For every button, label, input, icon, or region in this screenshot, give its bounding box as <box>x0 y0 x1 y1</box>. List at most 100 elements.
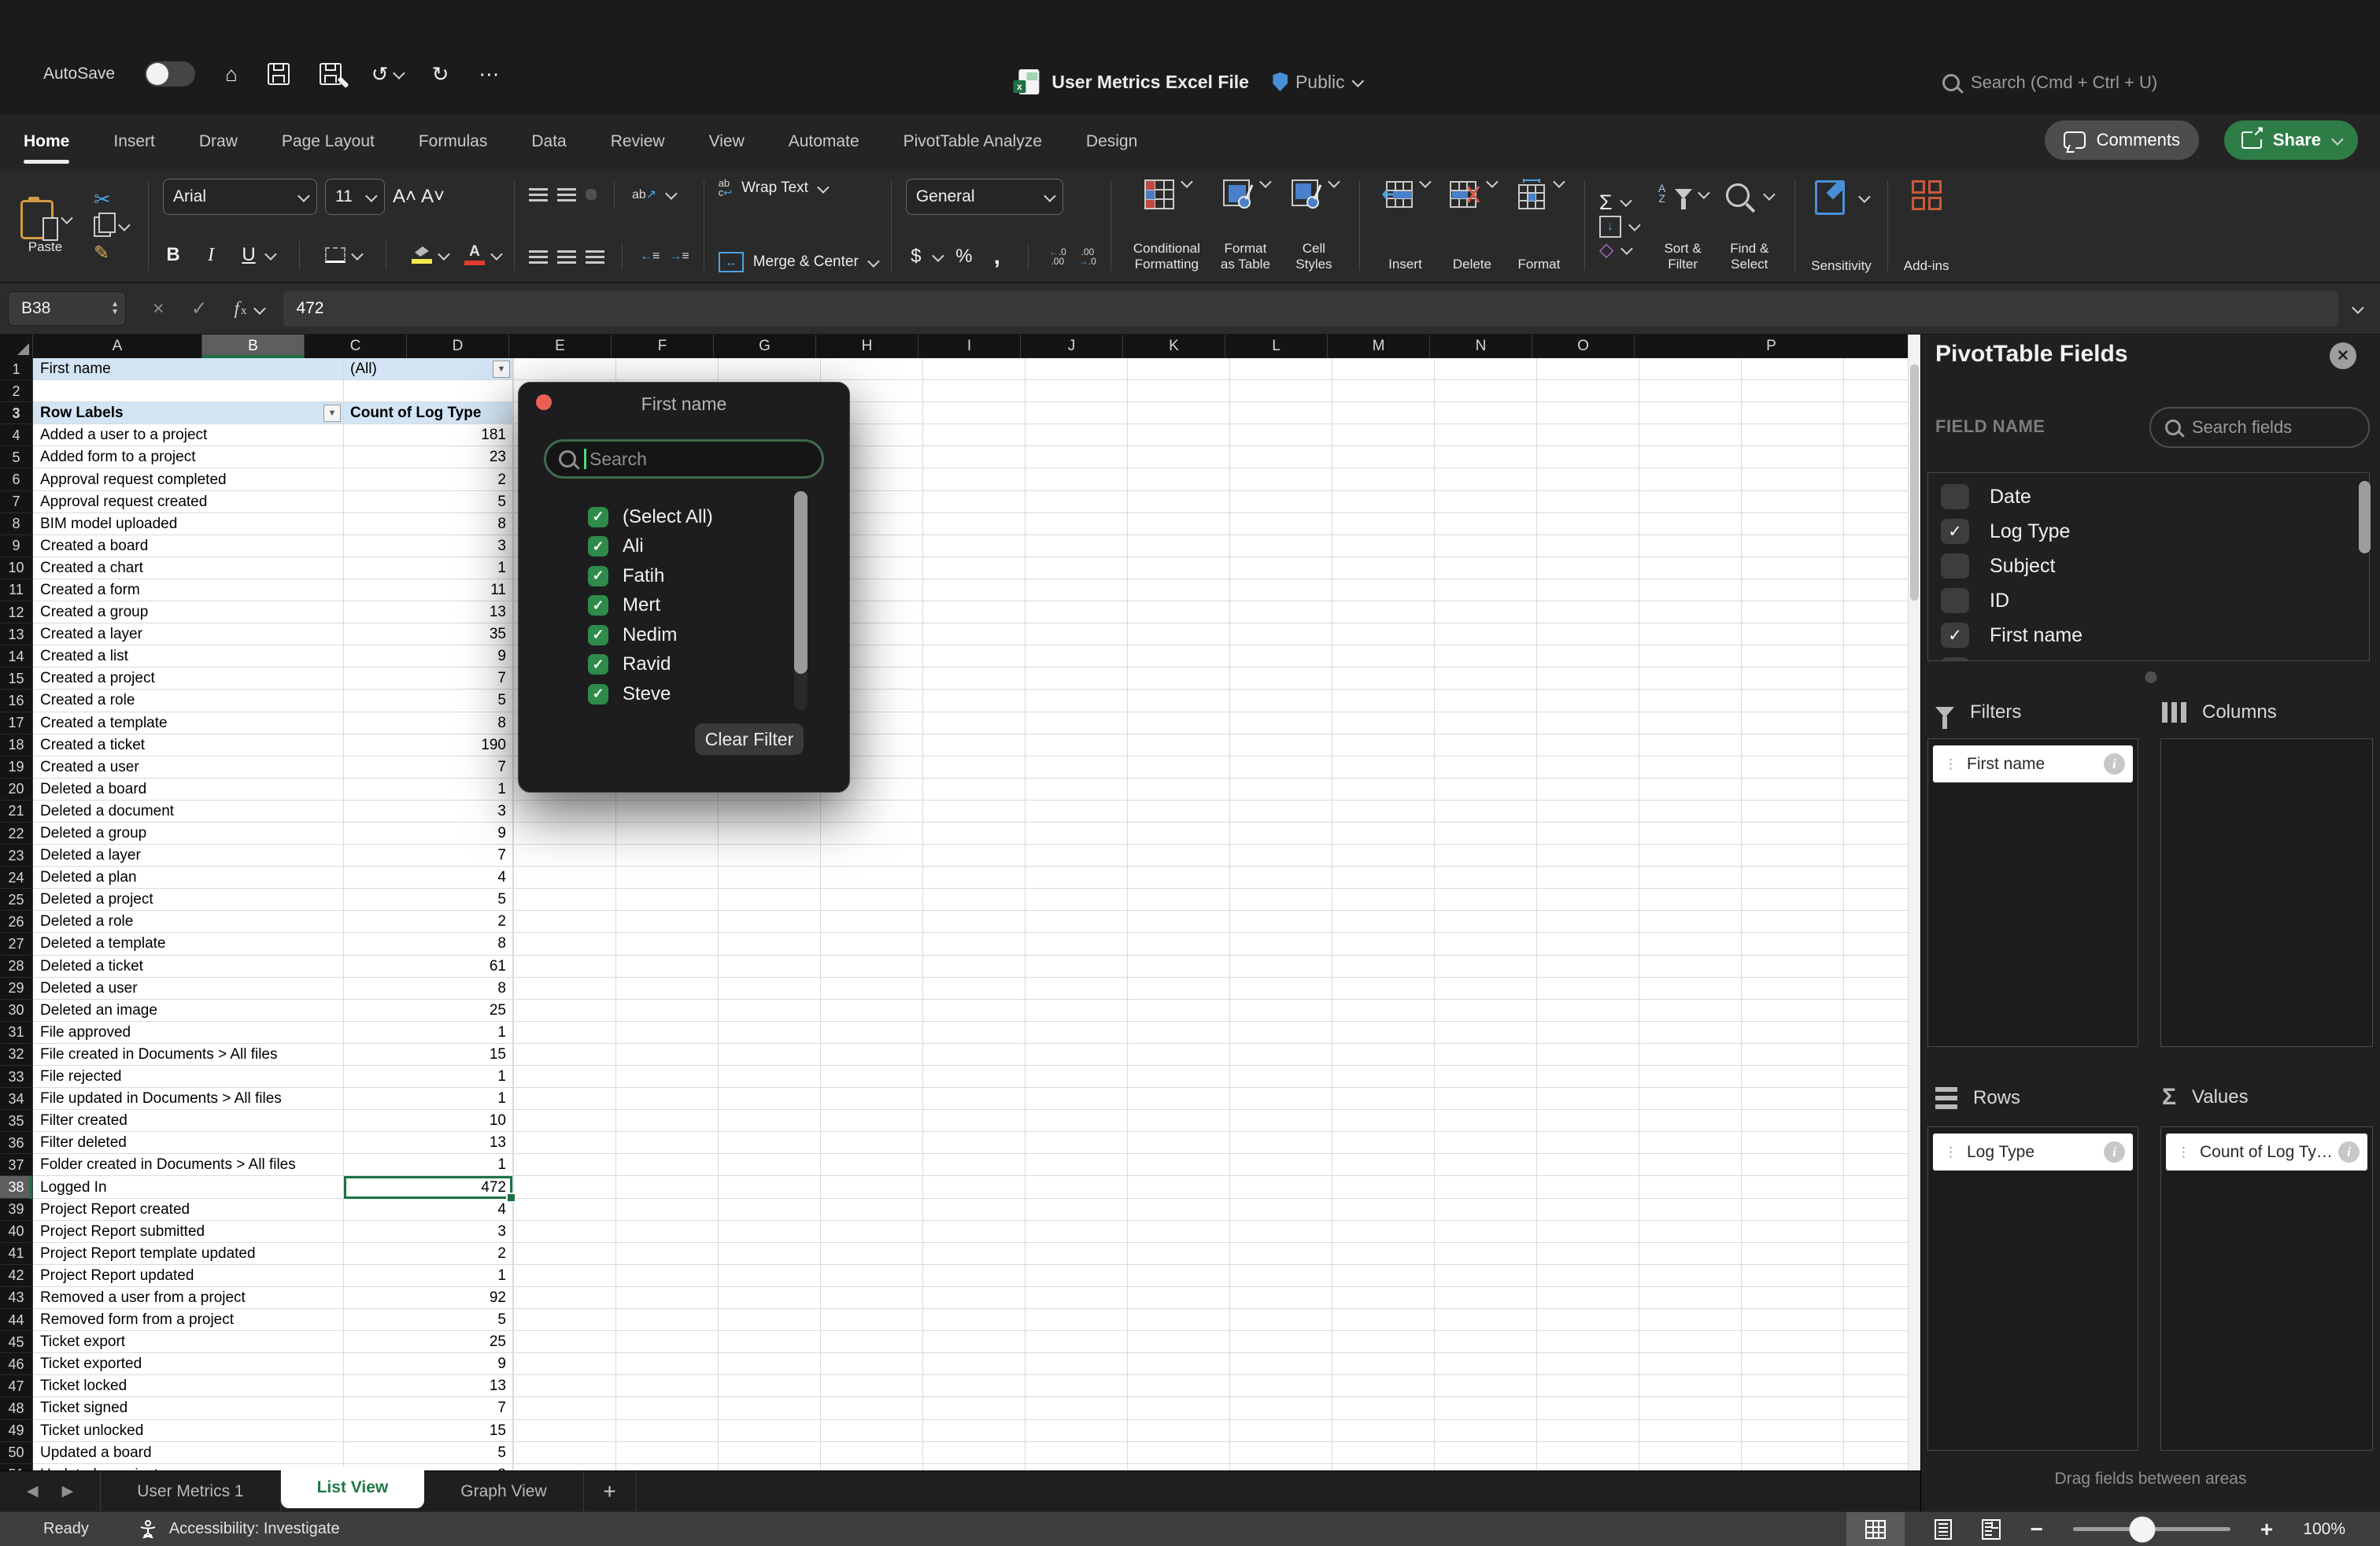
cell-b[interactable]: 9▼ <box>344 1353 513 1375</box>
normal-view-button[interactable] <box>1846 1512 1905 1546</box>
field-checkbox[interactable]: ✓ <box>1941 553 1969 579</box>
row-header[interactable]: 12 <box>0 601 33 623</box>
redo-icon[interactable]: ↻ <box>432 62 449 87</box>
checkbox-checked-icon[interactable]: ✓ <box>588 654 608 675</box>
empty-cells[interactable] <box>513 1066 1908 1088</box>
cell-a[interactable]: File approved▼ <box>33 1022 344 1044</box>
zoom-slider-knob[interactable] <box>2129 1516 2155 1542</box>
column-header[interactable]: L <box>1225 335 1328 358</box>
column-header[interactable]: D <box>407 335 509 358</box>
clear-icon[interactable]: ◇ <box>1599 241 1613 260</box>
cell-b[interactable]: 8▼ <box>344 933 513 955</box>
row-header[interactable]: 34 <box>0 1088 33 1110</box>
cell-a[interactable]: Deleted a layer▼ <box>33 845 344 867</box>
save-icon[interactable] <box>268 63 290 85</box>
cell-b[interactable]: 5▼ <box>344 1442 513 1464</box>
column-header[interactable]: C <box>305 335 407 358</box>
row-header[interactable]: 32 <box>0 1044 33 1066</box>
cell-b[interactable]: 2▼ <box>344 1243 513 1265</box>
cell-b[interactable]: 3▼ <box>344 535 513 557</box>
cancel-icon[interactable]: × <box>153 298 164 320</box>
fill-color-icon[interactable] <box>412 246 432 264</box>
cell-b[interactable]: 5▼ <box>344 889 513 911</box>
borders-icon[interactable] <box>325 247 346 263</box>
row-header[interactable]: 35 <box>0 1110 33 1132</box>
grow-font-button[interactable]: A˄ <box>393 186 413 208</box>
align-top-icon[interactable] <box>529 188 548 202</box>
page-layout-view-button[interactable] <box>1935 1519 1952 1540</box>
conditional-formatting-button[interactable]: ConditionalFormatting <box>1125 179 1208 272</box>
cell-a[interactable]: Created a group▼ <box>33 601 344 623</box>
cell-b[interactable]: 190▼ <box>344 734 513 756</box>
row-header[interactable]: 49 <box>0 1420 33 1442</box>
row-header[interactable]: 17 <box>0 712 33 734</box>
rows-pill[interactable]: ⋮ Log Type i <box>1933 1134 2133 1171</box>
row-header[interactable]: 43 <box>0 1287 33 1309</box>
row-header[interactable]: 4 <box>0 424 33 446</box>
autosum-icon[interactable]: Σ <box>1599 192 1613 213</box>
cell-a[interactable]: Removed a user from a project▼ <box>33 1287 344 1309</box>
cell-b[interactable]: 1▼ <box>344 1154 513 1176</box>
currency-format-button[interactable]: $ <box>906 246 926 268</box>
decrease-decimal-icon[interactable]: .00→.0 <box>1079 247 1096 266</box>
save-as-icon[interactable] <box>320 63 342 85</box>
zoom-out-button[interactable]: − <box>2031 1517 2043 1542</box>
empty-cells[interactable] <box>513 911 1908 933</box>
next-sheet-icon[interactable]: ▶ <box>62 1482 74 1500</box>
row-header[interactable]: 26 <box>0 911 33 933</box>
row-header[interactable]: 33 <box>0 1066 33 1088</box>
cell-b[interactable]: 1▼ <box>344 1088 513 1110</box>
cell-a[interactable]: First name▼ <box>33 358 344 380</box>
row-header[interactable]: 27 <box>0 933 33 955</box>
row-header[interactable]: 9 <box>0 535 33 557</box>
row-header[interactable]: 6 <box>0 468 33 490</box>
empty-cells[interactable] <box>513 1464 1908 1470</box>
cell-a[interactable]: Row Labels▼ <box>33 402 344 424</box>
grid-vertical-scrollbar[interactable] <box>1908 335 1920 1470</box>
row-header[interactable]: 29 <box>0 978 33 1000</box>
cell-b[interactable]: 13▼ <box>344 1132 513 1154</box>
cell-b[interactable]: 61▼ <box>344 956 513 978</box>
filters-drop-area[interactable]: ⋮ First name i <box>1927 738 2138 1047</box>
cell-a[interactable]: Created a template▼ <box>33 712 344 734</box>
cell-b[interactable]: 92▼ <box>344 1287 513 1309</box>
align-middle-icon[interactable] <box>557 188 576 202</box>
row-header[interactable]: 19 <box>0 756 33 779</box>
checkbox-checked-icon[interactable]: ✓ <box>588 684 608 705</box>
align-right-icon[interactable] <box>586 250 604 264</box>
cell-a[interactable]: Deleted a ticket▼ <box>33 956 344 978</box>
column-header[interactable]: F <box>612 335 714 358</box>
field-item[interactable]: ✓ First name <box>1941 618 2369 653</box>
select-all-corner[interactable] <box>0 335 33 358</box>
share-button[interactable]: Share <box>2224 120 2358 160</box>
name-box-spinner[interactable]: ▲▼ <box>111 301 119 316</box>
insert-cells-button[interactable]: Insert <box>1374 179 1436 272</box>
filter-search-input[interactable]: Search <box>544 439 824 479</box>
row-header[interactable]: 1 <box>0 358 33 380</box>
cell-b[interactable]: 1▼ <box>344 557 513 579</box>
filters-pill[interactable]: ⋮ First name i <box>1933 745 2133 782</box>
cell-a[interactable]: Created a chart▼ <box>33 557 344 579</box>
more-commands-icon[interactable]: ⋯ <box>479 62 499 87</box>
cell-b[interactable]: 8▼ <box>344 978 513 1000</box>
cell-b[interactable]: 25▼ <box>344 1331 513 1353</box>
cell-a[interactable]: Project Report created▼ <box>33 1199 344 1221</box>
cell-a[interactable]: Deleted a document▼ <box>33 801 344 823</box>
ribbon-tab[interactable]: PivotTable Analyze <box>904 132 1042 151</box>
row-header[interactable]: 22 <box>0 823 33 845</box>
field-item[interactable]: ✓ ID <box>1941 583 2369 618</box>
cell-a[interactable]: Project Report template updated▼ <box>33 1243 344 1265</box>
align-center-icon[interactable] <box>557 250 576 264</box>
cell-a[interactable]: Project Report updated▼ <box>33 1265 344 1287</box>
cell-a[interactable]: ▼ <box>33 380 344 402</box>
addins-button[interactable]: Add-ins <box>1896 177 1957 274</box>
row-header[interactable]: 41 <box>0 1243 33 1265</box>
cell-b[interactable]: 7▼ <box>344 668 513 690</box>
row-labels-filter-button[interactable]: ▼ <box>323 405 341 422</box>
cell-a[interactable]: Project Report submitted▼ <box>33 1221 344 1243</box>
row-header[interactable]: 44 <box>0 1309 33 1331</box>
row-header[interactable]: 3 <box>0 402 33 424</box>
cell-a[interactable]: Created a project▼ <box>33 668 344 690</box>
delete-cells-button[interactable]: Delete <box>1441 179 1503 272</box>
row-header[interactable]: 8 <box>0 513 33 535</box>
